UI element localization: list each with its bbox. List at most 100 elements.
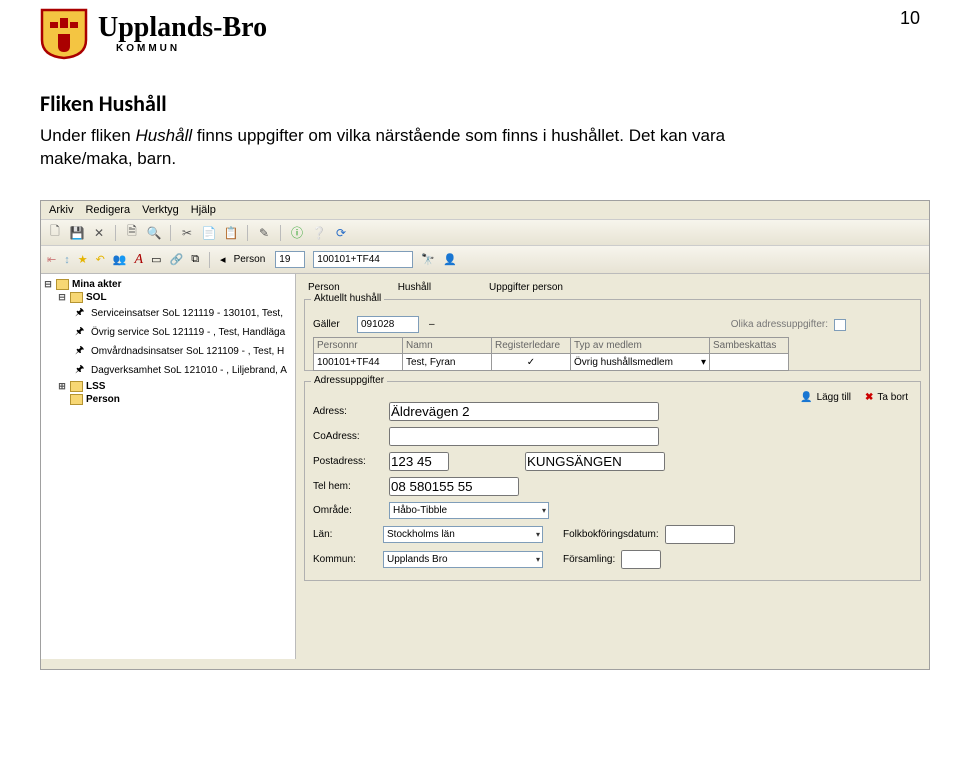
person-id-input[interactable] xyxy=(275,251,305,268)
coadress-input[interactable] xyxy=(389,427,659,446)
cell-registerledare[interactable]: ✓ xyxy=(491,354,571,371)
tree-sol[interactable]: ⊟SOL xyxy=(43,291,293,304)
menubar: Arkiv Redigera Verktyg Hjälp xyxy=(41,201,929,220)
card-icon[interactable]: ▭ xyxy=(151,253,161,266)
tree-item-label: Serviceinsatser SoL 121119 - 130101, Tes… xyxy=(91,308,283,319)
tab-hushall[interactable]: Hushåll xyxy=(394,280,435,295)
new-doc-icon[interactable]: 🗋 xyxy=(47,225,63,241)
tree-person-label: Person xyxy=(86,394,120,405)
people-icon[interactable]: 👥 xyxy=(113,253,127,266)
kommun-label: Kommun: xyxy=(313,554,377,565)
add-button[interactable]: 👤Lägg till xyxy=(800,392,851,403)
adress-input[interactable] xyxy=(389,402,659,421)
olika-adress-checkbox[interactable] xyxy=(834,319,846,331)
tree-lss[interactable]: ⊞LSS xyxy=(43,380,293,393)
omrade-select[interactable]: Håbo-Tibble▾ xyxy=(389,502,549,519)
delete-icon[interactable]: ✕ xyxy=(91,225,107,241)
tree-item-label: Övrig service SoL 121119 - , Test, Handl… xyxy=(91,327,285,338)
people-small-icon: 🖈 xyxy=(75,324,88,341)
cell-typ[interactable]: Övrig hushållsmedlem▾ xyxy=(570,354,710,371)
folkbok-input[interactable] xyxy=(665,525,735,544)
star-icon[interactable]: ★ xyxy=(78,253,88,266)
brand-block: Upplands-Bro KOMMUN xyxy=(40,8,267,60)
copy-icon[interactable]: 📄 xyxy=(201,225,217,241)
tree-root-label: Mina akter xyxy=(72,279,121,290)
menu-arkiv[interactable]: Arkiv xyxy=(49,204,73,216)
separator xyxy=(247,225,248,241)
tree-item[interactable]: 🖈Omvårdnadsinsatser SoL 121109 - , Test,… xyxy=(43,342,293,361)
tree-item[interactable]: 🖈Dagverksamhet SoL 121010 - , Liljebrand… xyxy=(43,361,293,380)
omrade-label: Område: xyxy=(313,505,383,516)
help-icon[interactable]: ❔ xyxy=(311,225,327,241)
tree-item[interactable]: 🖈Övrig service SoL 121119 - , Test, Hand… xyxy=(43,323,293,342)
prev-icon[interactable]: ◂ xyxy=(220,253,226,266)
kommun-value: Upplands Bro xyxy=(387,554,448,565)
col-personnr: Personnr xyxy=(313,337,403,354)
content-panel: Person Hushåll Uppgifter person Aktuellt… xyxy=(296,274,929,659)
undo-icon[interactable]: ↶ xyxy=(96,253,105,266)
folkbok-label: Folkbokföringsdatum: xyxy=(563,529,659,540)
tree-person[interactable]: Person xyxy=(43,393,293,406)
print-preview-icon[interactable]: 🗎 xyxy=(124,225,140,241)
galler-label: Gäller xyxy=(313,319,351,330)
cell-personnr[interactable]: 100101+TF44 xyxy=(313,354,403,371)
tab-uppgifter[interactable]: Uppgifter person xyxy=(485,280,567,295)
hushall-grid: Personnr 100101+TF44 Namn Test, Fyran Re… xyxy=(313,337,912,371)
tel-input[interactable] xyxy=(389,477,519,496)
cut-icon[interactable]: ✂ xyxy=(179,225,195,241)
binoculars-icon[interactable]: 🔭 xyxy=(421,253,435,266)
omrade-value: Håbo-Tibble xyxy=(393,505,447,516)
folder-icon xyxy=(70,292,83,303)
legend-adress: Adressuppgifter xyxy=(311,375,387,386)
forsamling-input[interactable] xyxy=(621,550,661,569)
page-number: 10 xyxy=(900,8,920,29)
brand-title: Upplands-Bro xyxy=(98,14,267,42)
tree-lss-label: LSS xyxy=(86,381,105,392)
cell-namn[interactable]: Test, Fyran xyxy=(402,354,492,371)
refresh-icon[interactable]: ⟳ xyxy=(333,225,349,241)
link-icon[interactable]: 🔗 xyxy=(169,253,183,266)
tree-item[interactable]: 🖈Serviceinsatser SoL 121119 - 130101, Te… xyxy=(43,304,293,323)
remove-button[interactable]: ✖Ta bort xyxy=(865,392,908,403)
nav-icon-1[interactable]: ⇤ xyxy=(47,253,56,266)
tabs-row: Person Hushåll Uppgifter person xyxy=(296,274,929,295)
nav-icon-2[interactable]: ↕ xyxy=(64,254,70,266)
italic-word: Hushåll xyxy=(135,126,192,145)
folder-icon xyxy=(70,394,83,405)
olika-adress-label: Olika adressuppgifter: xyxy=(731,319,828,330)
app-screenshot: Arkiv Redigera Verktyg Hjälp 🗋 💾 ✕ 🗎 🔍 ✂… xyxy=(40,200,930,670)
kommun-select[interactable]: Upplands Bro▾ xyxy=(383,551,543,568)
font-A-icon[interactable]: A xyxy=(135,252,144,268)
lan-select[interactable]: Stockholms län▾ xyxy=(383,526,543,543)
info-icon[interactable]: ⓘ xyxy=(289,225,305,241)
find-icon[interactable]: 🔍 xyxy=(146,225,162,241)
copy2-icon[interactable]: ⧉ xyxy=(191,253,199,266)
person-pnr-input[interactable] xyxy=(313,251,413,268)
fieldset-adress: Adressuppgifter 👤Lägg till ✖Ta bort Adre… xyxy=(304,381,921,581)
menu-redigera[interactable]: Redigera xyxy=(85,204,130,216)
toolbar: 🗋 💾 ✕ 🗎 🔍 ✂ 📄 📋 ✎ ⓘ ❔ ⟳ xyxy=(41,220,929,246)
tree-item-label: Omvårdnadsinsatser SoL 121109 - , Test, … xyxy=(91,346,284,357)
galler-input[interactable] xyxy=(357,316,419,333)
col-typ: Typ av medlem xyxy=(570,337,710,354)
menu-verktyg[interactable]: Verktyg xyxy=(142,204,179,216)
postort-input[interactable] xyxy=(525,452,665,471)
postnr-input[interactable] xyxy=(389,452,449,471)
tree-sol-label: SOL xyxy=(86,292,107,303)
person-label: Person xyxy=(234,254,268,265)
paste-icon[interactable]: 📋 xyxy=(223,225,239,241)
separator xyxy=(170,225,171,241)
postadress-label: Postadress: xyxy=(313,456,383,467)
separator xyxy=(115,225,116,241)
person-silhouette-icon[interactable]: 👤 xyxy=(443,253,457,266)
tree-root[interactable]: ⊟Mina akter xyxy=(43,278,293,291)
save-icon[interactable]: 💾 xyxy=(69,225,85,241)
edit-icon[interactable]: ✎ xyxy=(256,225,272,241)
menu-hjalp[interactable]: Hjälp xyxy=(191,204,216,216)
people-small-icon: 🖈 xyxy=(75,343,88,360)
col-sambeskattas: Sambeskattas xyxy=(709,337,789,354)
cell-sambeskattas[interactable] xyxy=(709,354,789,371)
tel-label: Tel hem: xyxy=(313,481,383,492)
remove-button-label: Ta bort xyxy=(877,392,908,403)
fieldset-aktuellt-hushall: Aktuellt hushåll Gäller – Olika adressup… xyxy=(304,299,921,371)
